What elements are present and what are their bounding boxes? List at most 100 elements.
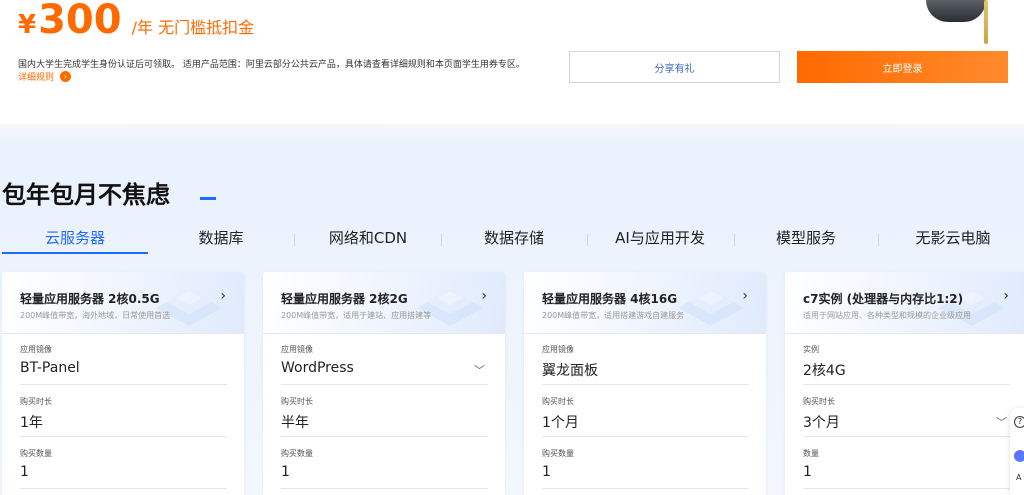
tab-network-cdn[interactable]: 网络和CDN xyxy=(305,226,431,256)
field-value: 3个月 xyxy=(803,415,840,431)
tab-ai-app-dev[interactable]: AI与应用开发 xyxy=(596,226,724,256)
field-label: 购买时长 xyxy=(542,397,574,406)
card-title: 轻量应用服务器 4核16G xyxy=(542,292,678,306)
card-title: 轻量应用服务器 2核2G xyxy=(281,292,408,306)
ai-assistant-icon[interactable] xyxy=(1014,450,1024,462)
subscription-section: 包年包月不焦虑 云服务器 数据库 网络和CDN 数据存储 AI与应用开发 模型服… xyxy=(0,142,1024,495)
field-divider xyxy=(803,384,1010,385)
card-title: 轻量应用服务器 2核0.5G xyxy=(20,292,160,306)
field-divider xyxy=(803,436,1010,437)
section-title: 包年包月不焦虑 xyxy=(2,181,170,209)
field-label: 购买时长 xyxy=(803,397,835,406)
tab-separator xyxy=(878,234,879,246)
field-divider xyxy=(20,436,227,437)
rules-link-label: 详细规则 xyxy=(18,73,55,83)
tab-separator xyxy=(734,234,735,246)
field-value: 1 xyxy=(542,464,551,480)
field-divider xyxy=(542,384,749,385)
field-label: 数量 xyxy=(803,449,819,458)
duration-field[interactable]: 购买时长 1个月 xyxy=(542,396,749,432)
field-divider xyxy=(20,488,227,489)
page: ¥ 300 /年 无门槛抵扣金 国内大学生完成学生身份认证后可领取。 适用产品范… xyxy=(0,0,1024,495)
field-value: 1 xyxy=(20,464,29,480)
field-value: WordPress xyxy=(281,360,354,376)
field-label: 购买数量 xyxy=(20,449,52,458)
field-label: 应用镜像 xyxy=(542,345,574,354)
card-header[interactable]: 轻量应用服务器 2核0.5G › 200M峰值带宽，海外地域，日常使用首选 xyxy=(2,272,244,334)
field-value: BT-Panel xyxy=(20,360,80,376)
field-divider xyxy=(542,436,749,437)
chevron-right-icon[interactable]: › xyxy=(1003,288,1009,304)
arrow-right-icon: › xyxy=(60,71,72,82)
card-header[interactable]: 轻量应用服务器 4核16G › 200M峰值带宽，适用搭建游戏自建服务 xyxy=(524,272,766,334)
card-subtitle: 适用于网站应用、各种类型和规模的企业级应用 xyxy=(803,311,971,320)
card-subtitle: 200M峰值带宽，海外地域，日常使用首选 xyxy=(20,311,171,320)
tab-model-service[interactable]: 模型服务 xyxy=(746,226,866,256)
field-label: 购买数量 xyxy=(542,449,574,458)
field-value: 翼龙面板 xyxy=(542,363,598,379)
image-field[interactable]: 应用镜像 翼龙面板 xyxy=(542,344,749,380)
field-label: 应用镜像 xyxy=(281,345,313,354)
product-card: 轻量应用服务器 2核2G › 200M峰值带宽，适用于建站、应用搭建等 应用镜像… xyxy=(263,272,505,495)
field-value: 半年 xyxy=(281,415,309,431)
section-divider xyxy=(0,124,1024,142)
field-divider xyxy=(281,384,488,385)
active-tab-indicator xyxy=(2,252,148,254)
field-divider xyxy=(281,488,488,489)
card-title: c7实例 (处理器与内存比1:2) xyxy=(803,292,964,306)
product-card: c7实例 (处理器与内存比1:2) › 适用于网站应用、各种类型和规模的企业级应… xyxy=(785,272,1024,495)
quantity-field[interactable]: 数量 1 xyxy=(803,448,1010,480)
product-card: 轻量应用服务器 2核0.5G › 200M峰值带宽，海外地域，日常使用首选 应用… xyxy=(2,272,244,495)
quantity-field[interactable]: 购买数量 1 xyxy=(542,448,749,480)
field-label: 实例 xyxy=(803,345,819,354)
tab-cloud-desktop[interactable]: 无影云电脑 xyxy=(888,226,1018,256)
quantity-field[interactable]: 购买数量 1 xyxy=(281,448,488,480)
promo-description: 国内大学生完成学生身份认证后可领取。 适用产品范围：阿里云部分公共云产品，具体请… xyxy=(18,60,525,70)
duration-field[interactable]: 购买时长 半年 xyxy=(281,396,488,432)
chevron-down-icon[interactable]: ﹀ xyxy=(474,362,485,378)
field-label: 购买数量 xyxy=(281,449,313,458)
field-value: 1年 xyxy=(20,415,43,431)
duration-field[interactable]: 购买时长 1年 xyxy=(20,396,227,432)
chevron-right-icon[interactable]: › xyxy=(481,288,487,304)
chevron-right-icon[interactable]: › xyxy=(220,288,226,304)
side-widget-label: A xyxy=(1016,473,1022,482)
title-accent-bar xyxy=(200,197,216,200)
tab-database[interactable]: 数据库 xyxy=(160,226,282,256)
tab-separator xyxy=(441,234,442,246)
image-field[interactable]: 应用镜像 BT-Panel xyxy=(20,344,227,376)
promo-price: ¥ 300 /年 无门槛抵扣金 xyxy=(18,0,254,42)
product-card: 轻量应用服务器 4核16G › 200M峰值带宽，适用搭建游戏自建服务 应用镜像… xyxy=(524,272,766,495)
card-header[interactable]: c7实例 (处理器与内存比1:2) › 适用于网站应用、各种类型和规模的企业级应… xyxy=(785,272,1024,334)
field-label: 应用镜像 xyxy=(20,345,52,354)
promo-banner: ¥ 300 /年 无门槛抵扣金 国内大学生完成学生身份认证后可领取。 适用产品范… xyxy=(0,0,1024,124)
chevron-right-icon[interactable]: › xyxy=(742,288,748,304)
field-label: 购买时长 xyxy=(281,397,313,406)
field-value: 2核4G xyxy=(803,363,846,379)
field-divider xyxy=(542,488,749,489)
card-subtitle: 200M峰值带宽，适用于建站、应用搭建等 xyxy=(281,311,432,320)
price-suffix: /年 无门槛抵扣金 xyxy=(131,18,255,37)
rules-link[interactable]: 详细规则 › xyxy=(18,70,72,83)
category-tabs: 云服务器 数据库 网络和CDN 数据存储 AI与应用开发 模型服务 无影云电脑 xyxy=(0,226,1024,256)
quantity-field[interactable]: 购买数量 1 xyxy=(20,448,227,480)
card-header[interactable]: 轻量应用服务器 2核2G › 200M峰值带宽，适用于建站、应用搭建等 xyxy=(263,272,505,334)
field-value: 1个月 xyxy=(542,415,579,431)
tab-separator xyxy=(587,234,588,246)
price-amount: 300 xyxy=(38,0,122,43)
field-divider xyxy=(803,488,1010,489)
field-value: 1 xyxy=(281,464,290,480)
floating-side-widget[interactable]: ? A xyxy=(1010,408,1024,495)
share-button[interactable]: 分享有礼 xyxy=(569,51,780,83)
field-value: 1 xyxy=(803,464,812,480)
tab-data-storage[interactable]: 数据存储 xyxy=(452,226,576,256)
image-select[interactable]: 应用镜像 WordPress xyxy=(281,344,488,376)
duration-select[interactable]: 购买时长 3个月 xyxy=(803,396,1010,432)
field-divider xyxy=(281,436,488,437)
help-icon[interactable]: ? xyxy=(1014,416,1024,428)
login-button[interactable]: 立即登录 xyxy=(797,51,1008,83)
field-divider xyxy=(20,384,227,385)
chevron-down-icon[interactable]: ﹀ xyxy=(996,414,1007,430)
currency-symbol: ¥ xyxy=(18,10,37,40)
instance-field[interactable]: 实例 2核4G xyxy=(803,344,1010,380)
